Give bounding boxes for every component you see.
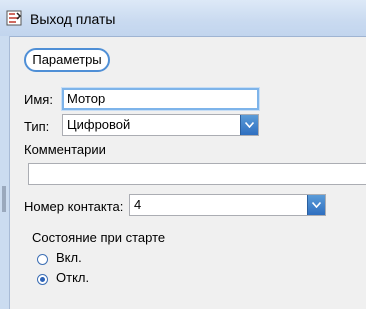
title-bar[interactable]: Выход платы [0,0,366,37]
dialog-window: Выход платы Параметры Имя: Мотор Тип: Ци… [0,0,366,309]
radio-off[interactable] [37,274,48,285]
startup-state-label: Состояние при старте [32,230,166,245]
comments-label: Комментарии [24,142,106,157]
comments-input[interactable] [28,163,366,185]
type-select-value: Цифровой [67,117,131,132]
type-label: Тип: [24,119,50,134]
contact-number-value: 4 [134,197,142,212]
name-label: Имя: [24,92,53,107]
radio-off-label: Откл. [56,270,90,285]
window-frame-left [0,36,10,309]
board-output-icon [6,10,22,26]
contact-number-label: Номер контакта: [24,199,124,214]
radio-on[interactable] [37,254,48,265]
type-select[interactable]: Цифровой [62,114,259,136]
resize-grip[interactable] [2,186,6,212]
name-input[interactable]: Мотор [62,88,259,110]
contact-number-select[interactable]: 4 [129,194,326,216]
chevron-down-icon[interactable] [240,115,258,135]
radio-on-label: Вкл. [56,250,82,265]
parameters-button[interactable]: Параметры [24,48,110,72]
window-title: Выход платы [30,11,116,27]
chevron-down-icon[interactable] [307,195,325,215]
